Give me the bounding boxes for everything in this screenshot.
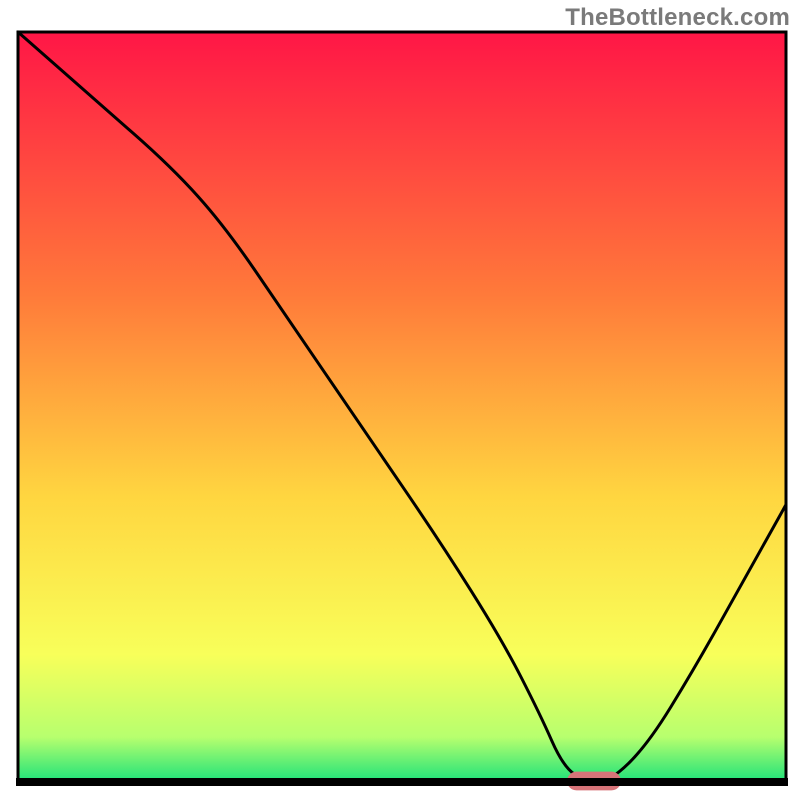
watermark-text: TheBottleneck.com (565, 4, 790, 32)
plot-background (18, 32, 786, 782)
bottleneck-chart (0, 0, 800, 800)
chart-container: TheBottleneck.com (0, 0, 800, 800)
